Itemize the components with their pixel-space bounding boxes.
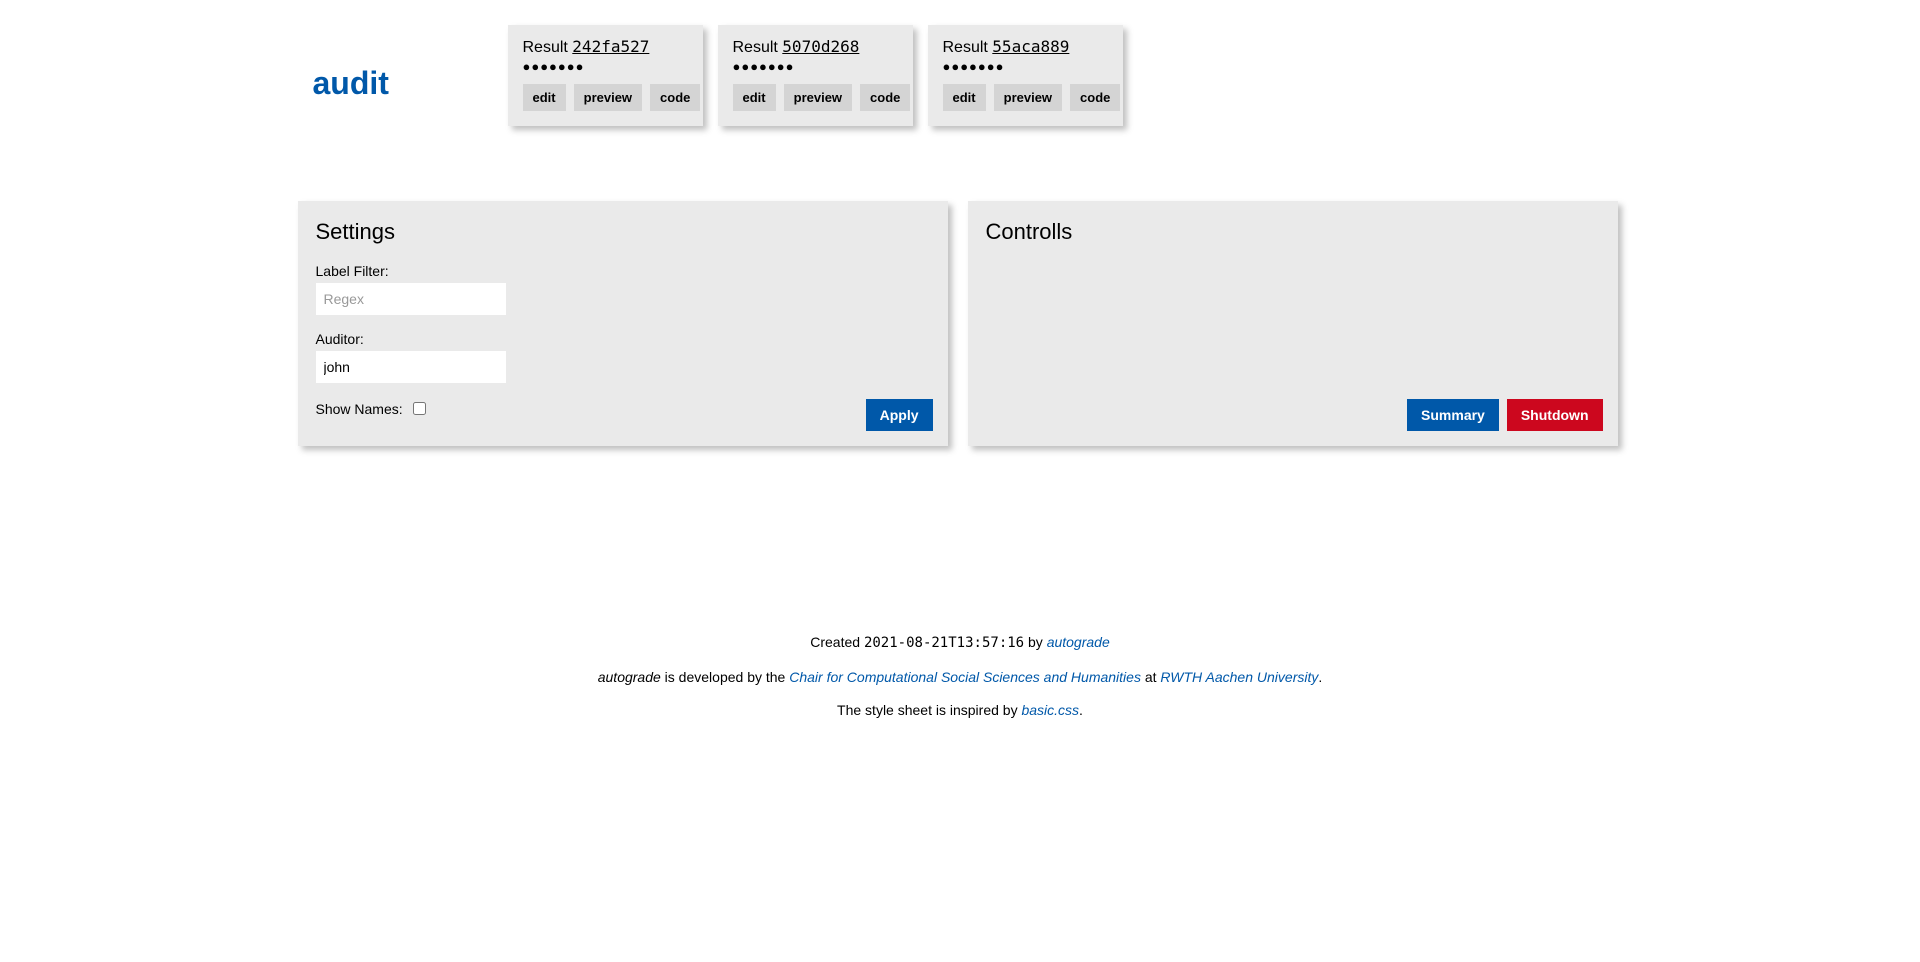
summary-button[interactable]: Summary bbox=[1407, 399, 1499, 431]
footer-basic-link[interactable]: basic.css bbox=[1021, 702, 1079, 718]
result-card: Result 55aca889 ●●●●●●● edit preview cod… bbox=[928, 25, 1123, 126]
auditor-input[interactable] bbox=[316, 351, 506, 383]
brand-title: audit bbox=[298, 25, 493, 102]
result-hash-link[interactable]: 5070d268 bbox=[782, 37, 859, 56]
controls-heading: Controlls bbox=[986, 219, 1600, 245]
edit-button[interactable]: edit bbox=[943, 84, 986, 111]
edit-button[interactable]: edit bbox=[733, 84, 776, 111]
preview-button[interactable]: preview bbox=[574, 84, 642, 111]
apply-button[interactable]: Apply bbox=[866, 399, 933, 431]
footer-uni-link[interactable]: RWTH Aachen University bbox=[1160, 669, 1318, 685]
result-dots: ●●●●●●● bbox=[733, 59, 898, 74]
preview-button[interactable]: preview bbox=[784, 84, 852, 111]
label-filter-input[interactable] bbox=[316, 283, 506, 315]
footer-chair-link[interactable]: Chair for Computational Social Sciences … bbox=[789, 669, 1141, 685]
result-title: Result 55aca889 bbox=[943, 37, 1108, 57]
result-card: Result 5070d268 ●●●●●●● edit preview cod… bbox=[718, 25, 913, 126]
code-button[interactable]: code bbox=[1070, 84, 1120, 111]
footer-timestamp: 2021-08-21T13:57:16 bbox=[864, 635, 1024, 651]
footer-autograde-link[interactable]: autograde bbox=[1047, 634, 1110, 650]
result-dots: ●●●●●●● bbox=[943, 59, 1108, 74]
result-prefix: Result bbox=[523, 39, 573, 56]
footer-style-pre: The style sheet is inspired by bbox=[837, 702, 1021, 718]
footer-created-prefix: Created bbox=[810, 634, 864, 650]
result-dots: ●●●●●●● bbox=[523, 59, 688, 74]
result-title: Result 5070d268 bbox=[733, 37, 898, 57]
auditor-label: Auditor: bbox=[316, 331, 930, 347]
preview-button[interactable]: preview bbox=[994, 84, 1062, 111]
result-card: Result 242fa527 ●●●●●●● edit preview cod… bbox=[508, 25, 703, 126]
footer-at: at bbox=[1141, 669, 1160, 685]
footer-by: by bbox=[1024, 634, 1047, 650]
result-hash-link[interactable]: 242fa527 bbox=[572, 37, 649, 56]
code-button[interactable]: code bbox=[860, 84, 910, 111]
show-names-label: Show Names: bbox=[316, 401, 403, 417]
settings-panel: Settings Label Filter: Auditor: Show Nam… bbox=[298, 201, 948, 446]
footer: Created 2021-08-21T13:57:16 by autograde… bbox=[0, 626, 1920, 768]
controls-panel: Controlls Summary Shutdown bbox=[968, 201, 1618, 446]
shutdown-button[interactable]: Shutdown bbox=[1507, 399, 1603, 431]
result-prefix: Result bbox=[733, 39, 783, 56]
footer-period2: . bbox=[1079, 702, 1083, 718]
result-prefix: Result bbox=[943, 39, 993, 56]
code-button[interactable]: code bbox=[650, 84, 700, 111]
footer-period: . bbox=[1318, 669, 1322, 685]
edit-button[interactable]: edit bbox=[523, 84, 566, 111]
result-cards: Result 242fa527 ●●●●●●● edit preview cod… bbox=[508, 25, 1123, 126]
settings-heading: Settings bbox=[316, 219, 930, 245]
result-hash-link[interactable]: 55aca889 bbox=[992, 37, 1069, 56]
result-title: Result 242fa527 bbox=[523, 37, 688, 57]
show-names-checkbox[interactable] bbox=[413, 402, 426, 415]
footer-dev-pre: is developed by the bbox=[661, 669, 789, 685]
label-filter-label: Label Filter: bbox=[316, 263, 930, 279]
footer-autograde-em: autograde bbox=[598, 669, 661, 685]
